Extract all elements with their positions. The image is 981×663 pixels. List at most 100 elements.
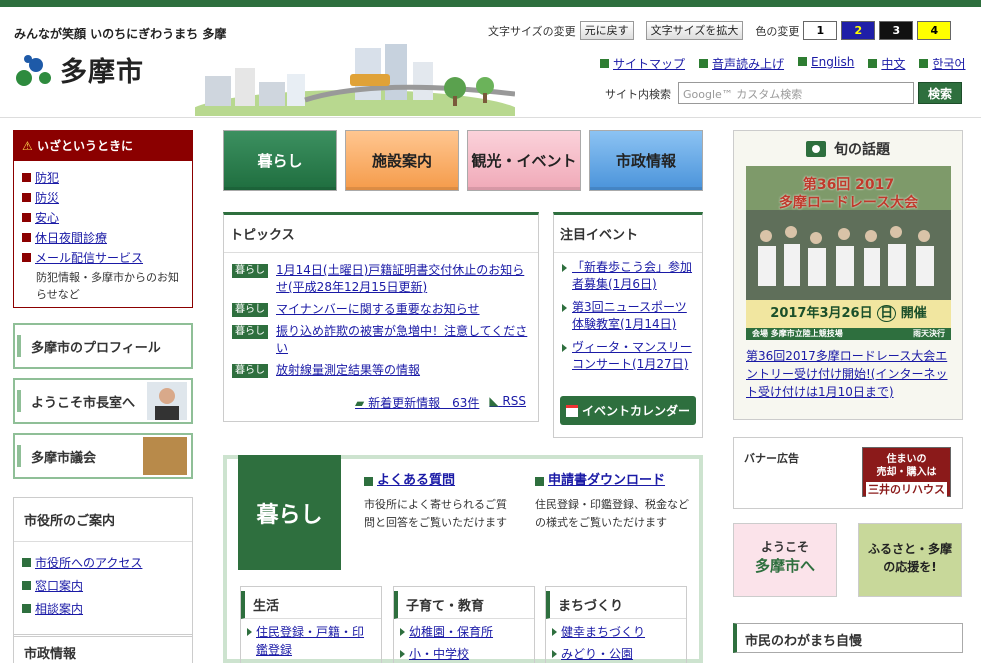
emergency-item-safety[interactable]: 安心: [22, 209, 184, 226]
search-button[interactable]: 検索: [918, 82, 962, 104]
townscape-illustration: [185, 38, 525, 142]
topics-footer: ▰ 新着更新情報 63件 ◣ RSS: [355, 394, 526, 411]
emergency-link-label[interactable]: メール配信サービス: [35, 249, 143, 266]
event-calendar-button[interactable]: イベントカレンダー: [560, 396, 696, 425]
event-link[interactable]: 第3回ニュースポーツ体験教室(1月14日): [572, 300, 687, 331]
category-link[interactable]: 健幸まちづくり: [561, 625, 645, 639]
category-link[interactable]: 小・中学校: [409, 647, 469, 661]
arrow-icon: [919, 59, 929, 68]
new-info-label: 新着更新情報 63件: [368, 396, 480, 410]
office-link-label[interactable]: 窓口案内: [35, 577, 83, 594]
korean-link[interactable]: 한국어: [919, 55, 966, 72]
city-name: 多摩市: [60, 57, 144, 88]
camera-icon: [806, 141, 826, 157]
emergency-item-disaster[interactable]: 防災: [22, 189, 184, 206]
emergency-item-medical[interactable]: 休日夜間診療: [22, 229, 184, 246]
download-link[interactable]: 申請書ダウンロード: [548, 472, 665, 490]
new-info-link[interactable]: ▰ 新着更新情報 63件: [355, 394, 479, 411]
emergency-link-label[interactable]: 休日夜間診療: [35, 229, 107, 246]
search-input[interactable]: Google™ カスタム検索: [678, 82, 914, 104]
road-race-poster[interactable]: 第36回 2017 多摩ロードレース大会 2017年3月26日 日 開催 会場 …: [746, 166, 951, 340]
citizen-pride-title[interactable]: 市民のわがまち自慢: [733, 623, 963, 653]
topic-link[interactable]: 放射線量測定結果等の情報: [276, 362, 420, 379]
emergency-link-label[interactable]: 防災: [35, 189, 59, 206]
arrow-icon: [868, 59, 878, 68]
topic-link[interactable]: 1月14日(土曜日)戸籍証明書交付休止のお知らせ(平成28年12月15日更新): [276, 262, 530, 296]
mitsui-line2: 売却・購入は: [876, 467, 937, 478]
emergency-item-mail[interactable]: メール配信サービス: [22, 249, 184, 266]
office-item-consult[interactable]: 相談案内: [22, 600, 184, 617]
sitemap-link[interactable]: サイトマップ: [600, 55, 685, 72]
city-council-button[interactable]: 多摩市議会: [13, 433, 193, 479]
city-council-label: 多摩市議会: [31, 450, 97, 466]
emergency-item-crime[interactable]: 防犯: [22, 169, 184, 186]
event-item[interactable]: ヴィータ・マンスリーコンサート(1月27日): [562, 339, 694, 373]
color-option-2-button[interactable]: 2: [841, 21, 876, 40]
chinese-link[interactable]: 中文: [868, 55, 905, 72]
category-title: 子育て・教育: [394, 591, 534, 619]
event-link[interactable]: ヴィータ・マンスリーコンサート(1月27日): [572, 340, 692, 371]
nav-kurashi[interactable]: 暮らし: [223, 130, 337, 191]
category-tag: 暮らし: [232, 364, 268, 378]
hometown-line1: ふるさと・多摩: [867, 542, 952, 556]
site-logo[interactable]: 多摩市: [14, 50, 144, 89]
color-option-3-button[interactable]: 3: [879, 21, 914, 40]
category-item[interactable]: 住民登録・戸籍・印鑑登録: [247, 623, 375, 659]
poster-day: 日: [877, 305, 897, 322]
speech-bubble-icon: ▰: [355, 396, 365, 410]
text-size-reset-button[interactable]: 元に戻す: [579, 21, 634, 40]
office-link-label[interactable]: 市役所へのアクセス: [35, 554, 142, 571]
mitsui-brand: 三井のリハウス: [866, 482, 947, 497]
category-item[interactable]: 健幸まちづくり: [552, 623, 680, 641]
color-option-4-button[interactable]: 4: [917, 21, 952, 40]
nav-city-info[interactable]: 市政情報: [589, 130, 703, 191]
color-option-1-button[interactable]: 1: [803, 21, 838, 40]
seasonal-topic-caption[interactable]: 第36回2017多摩ロードレース大会エントリー受け付け開始!(インターネット受け…: [746, 347, 956, 401]
text-size-enlarge-button[interactable]: 文字サイズを拡大: [645, 21, 744, 40]
category-item[interactable]: みどり・公園: [552, 645, 680, 663]
topic-row: 暮らし 放射線量測定結果等の情報: [232, 362, 530, 379]
faq-description: 市役所によく寄せられるご質問と回答をご覧いただけます: [364, 498, 507, 529]
text-size-label: 文字サイズの変更: [488, 24, 576, 38]
faq-link[interactable]: よくある質問: [377, 472, 455, 490]
arrow-icon: [22, 558, 31, 567]
office-guide-box: 市役所のご案内 市役所へのアクセス 窓口案内 相談案内: [13, 497, 193, 637]
header-links: サイトマップ 音声読み上げ English 中文 한국어: [600, 55, 966, 72]
event-item[interactable]: 第3回ニュースポーツ体験教室(1月14日): [562, 299, 694, 333]
rss-link[interactable]: ◣ RSS: [489, 394, 526, 411]
mayor-photo: [147, 382, 187, 420]
seasonal-topic-link[interactable]: 第36回2017多摩ロードレース大会エントリー受け付け開始!(インターネット受け…: [746, 349, 948, 399]
category-item[interactable]: 幼稚園・保育所: [400, 623, 528, 641]
poster-open: 開催: [900, 306, 927, 321]
arrow-icon: [22, 604, 31, 613]
topic-link[interactable]: 振り込め詐欺の被害が急増中！注意してください: [276, 323, 530, 357]
english-link[interactable]: English: [798, 55, 854, 72]
category-item[interactable]: 小・中学校: [400, 645, 528, 663]
search-label: サイト内検索: [605, 88, 671, 101]
category-link[interactable]: 幼稚園・保育所: [409, 625, 493, 639]
profile-button[interactable]: 多摩市のプロフィール: [13, 323, 193, 369]
nav-facilities[interactable]: 施設案内: [345, 130, 459, 191]
emergency-link-label[interactable]: 防犯: [35, 169, 59, 186]
mayor-office-button[interactable]: ようこそ市長室へ: [13, 378, 193, 424]
nav-tourism-events[interactable]: 観光・イベント: [467, 130, 581, 191]
category-link[interactable]: 住民登録・戸籍・印鑑登録: [256, 625, 364, 657]
event-link[interactable]: 「新春歩こう会」参加者募集(1月6日): [572, 260, 692, 291]
faq-block: よくある質問 市役所によく寄せられるご質問と回答をご覧いただけます: [364, 472, 524, 532]
voice-reader-link[interactable]: 音声読み上げ: [699, 55, 784, 72]
category-link[interactable]: みどり・公園: [561, 647, 633, 661]
welcome-tama-banner[interactable]: ようこそ 多摩市へ: [733, 523, 837, 597]
event-item[interactable]: 「新春歩こう会」参加者募集(1月6日): [562, 259, 694, 293]
poster-subheadline: 多摩ロードレース大会: [778, 195, 919, 211]
hometown-line2: の応援を!: [883, 560, 937, 574]
hometown-tax-banner[interactable]: ふるさと・多摩 の応援を!: [858, 523, 962, 597]
city-emblem-icon: [14, 51, 52, 89]
office-item-counter[interactable]: 窓口案内: [22, 577, 184, 594]
events-title: 注目イベント: [554, 215, 702, 253]
emergency-link-label[interactable]: 安心: [35, 209, 59, 226]
office-link-label[interactable]: 相談案内: [35, 600, 83, 617]
office-item-access[interactable]: 市役所へのアクセス: [22, 554, 184, 571]
mitsui-rehouse-banner[interactable]: 住まいの 売却・購入は 三井のリハウス: [862, 447, 951, 497]
category-tag: 暮らし: [232, 264, 268, 278]
topic-link[interactable]: マイナンバーに関する重要なお知らせ: [276, 301, 480, 318]
